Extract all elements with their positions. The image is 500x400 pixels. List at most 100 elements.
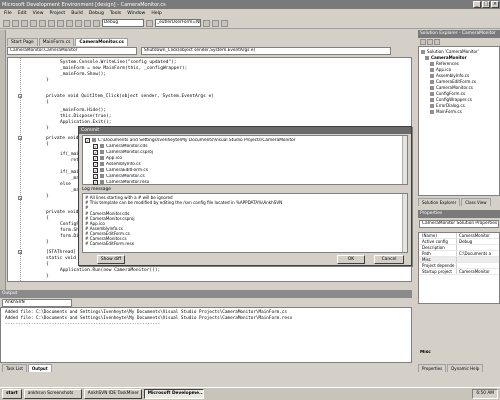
taskbar-item[interactable]: ankhsvn Screenshots <box>23 389 82 399</box>
menu-debug[interactable]: Debug <box>89 11 104 16</box>
tab-properties[interactable]: Properties <box>418 364 447 372</box>
add-item-icon[interactable] <box>12 19 19 27</box>
tab-class-view[interactable]: Class View <box>461 198 491 206</box>
tab-cameramonitor[interactable]: CameraMonitor.cs <box>75 38 128 46</box>
code-line: { <box>46 100 49 105</box>
solution-node[interactable]: Solution 'CameraMonitor' <box>421 49 479 54</box>
collapse-toggle[interactable]: - <box>18 94 22 98</box>
tab-mainform[interactable]: MainForm.cs <box>38 38 75 46</box>
start-icon[interactable] <box>93 19 100 27</box>
solution-item[interactable]: CameraEditForm.cs <box>430 79 476 84</box>
menu-file[interactable]: File <box>4 11 12 16</box>
menu-help[interactable]: Help <box>151 11 161 16</box>
maximize-button[interactable]: □ <box>482 1 490 8</box>
checkbox-icon[interactable]: ✓ <box>93 179 98 185</box>
tree-item[interactable]: ✓ CameraMonitor.resx <box>93 179 149 185</box>
solution-explorer-icon[interactable] <box>203 19 210 27</box>
properties-icon[interactable] <box>212 19 219 27</box>
save-icon[interactable] <box>30 19 37 27</box>
toolbox-strip[interactable] <box>0 30 6 295</box>
taskbar-item-active[interactable]: Microsoft Developme... <box>143 389 204 399</box>
config-combo[interactable]: Debug <box>102 19 144 27</box>
project-node[interactable]: CameraMonitor <box>425 55 467 60</box>
tab-dynamic-help[interactable]: Dynamic Help <box>447 364 484 372</box>
save-all-icon[interactable] <box>39 19 46 27</box>
object-combo[interactable]: CameraMonitor Solution Properties <box>419 220 499 228</box>
checkbox-icon[interactable]: ✓ <box>85 137 90 143</box>
tab-output[interactable]: Output <box>27 364 52 372</box>
properties-icon[interactable] <box>434 39 440 45</box>
checkbox-icon[interactable]: ✓ <box>93 155 98 161</box>
checkbox-icon[interactable]: ✓ <box>93 143 98 149</box>
redo-icon[interactable] <box>84 19 91 27</box>
solution-toolbar <box>418 38 500 46</box>
paste-icon[interactable] <box>66 19 73 27</box>
toolbox-icon[interactable] <box>221 19 228 27</box>
output-tabs: Task List Output <box>2 364 52 372</box>
find-combo[interactable]: _eutlerUserForm=NNo <box>155 19 201 27</box>
menu-build[interactable]: Build <box>71 11 83 16</box>
taskbar-item[interactable]: AnkhSVN IDE TaskMiner <box>83 389 142 399</box>
solution-item[interactable]: ConfigWrapper.cs <box>430 97 472 102</box>
property-description-title: Misc <box>420 350 431 355</box>
menu-edit[interactable]: Edit <box>18 11 27 16</box>
output-source-combo[interactable]: AnkhSVN <box>2 299 72 307</box>
show-all-files-icon[interactable] <box>427 39 433 45</box>
outline-guide <box>20 58 21 281</box>
solution-item[interactable]: App.ico <box>430 67 451 72</box>
collapse-toggle[interactable]: - <box>18 136 22 140</box>
log-scrollbar[interactable] <box>402 194 407 252</box>
solution-item[interactable]: CameraMonitor.cs <box>430 85 473 90</box>
checkbox-icon[interactable]: ✓ <box>93 167 98 173</box>
log-line: # CameraEditForm.resx <box>85 241 135 246</box>
solution-item[interactable]: ErrorDialog.cs <box>430 103 465 108</box>
collapse-toggle[interactable]: - <box>18 250 22 254</box>
menu-window[interactable]: Window <box>127 11 145 16</box>
ok-button[interactable]: OK <box>337 255 365 264</box>
start-button[interactable]: start <box>2 389 22 399</box>
checkbox-icon[interactable]: ✓ <box>93 173 98 179</box>
type-combo[interactable]: CameraMonitor.CameraMonitor <box>7 47 137 55</box>
new-project-icon[interactable] <box>3 19 10 27</box>
tab-solution-explorer[interactable]: Solution Explorer <box>418 198 461 206</box>
solution-item[interactable]: References <box>430 61 459 66</box>
cut-icon[interactable] <box>48 19 55 27</box>
solution-item[interactable]: AssemblyInfo.cs <box>430 73 469 78</box>
menu-tools[interactable]: Tools <box>110 11 121 16</box>
log-message-input[interactable]: # All lines starting with a # will be ig… <box>82 193 408 253</box>
collapse-toggle[interactable]: - <box>18 196 22 200</box>
tab-task-list[interactable]: Task List <box>2 364 27 372</box>
show-diff-button[interactable]: Show diff <box>97 255 125 264</box>
minimize-button[interactable]: _ <box>473 1 481 8</box>
solution-item[interactable]: MainForm.cs <box>430 109 462 114</box>
document-tabs: Start Page MainForm.cs CameraMonitor.cs <box>7 38 412 47</box>
refresh-icon[interactable] <box>420 39 426 45</box>
output-line: ----------------------------------------… <box>5 322 161 327</box>
checkbox-icon[interactable]: ✓ <box>93 149 98 155</box>
menu-view[interactable]: View <box>33 11 44 16</box>
file-icon <box>430 109 434 114</box>
solution-tree[interactable]: Solution 'CameraMonitor' CameraMonitor R… <box>418 46 500 196</box>
find-icon[interactable] <box>146 19 153 27</box>
property-row[interactable]: Startup project CameraMonitor <box>419 269 499 275</box>
cancel-button[interactable]: Cancel <box>374 255 404 264</box>
tree-scrollbar[interactable] <box>402 136 407 184</box>
references-icon <box>430 61 434 66</box>
code-line: } <box>46 274 49 279</box>
copy-icon[interactable] <box>57 19 64 27</box>
close-button[interactable]: × <box>491 1 499 8</box>
checkbox-icon[interactable]: ✓ <box>93 161 98 167</box>
member-combo[interactable]: Shutdown_Click(object sender,System.Even… <box>141 47 391 55</box>
output-text[interactable]: Added file: C:\Documents and Settings\Iv… <box>0 307 412 363</box>
menu-project[interactable]: Project <box>50 11 66 16</box>
commit-file-tree[interactable]: ✓ C:\Documents and Settings\Ivenheyte\My… <box>82 135 408 185</box>
open-icon[interactable] <box>21 19 28 27</box>
property-grid[interactable]: (Name) CameraMonitor Active config Debug D… <box>418 232 500 304</box>
toolbar: Debug _eutlerUserForm=NNo <box>0 18 500 29</box>
output-title: Output <box>0 290 412 298</box>
tab-start-page[interactable]: Start Page <box>7 38 38 46</box>
taskbar: start ankhsvn Screenshots AnkhSVN IDE Ta… <box>0 387 500 400</box>
code-line: private void QuitItem_Click(object sende… <box>46 94 214 99</box>
undo-icon[interactable] <box>75 19 82 27</box>
solution-item[interactable]: ConfigForm.cs <box>430 91 465 96</box>
